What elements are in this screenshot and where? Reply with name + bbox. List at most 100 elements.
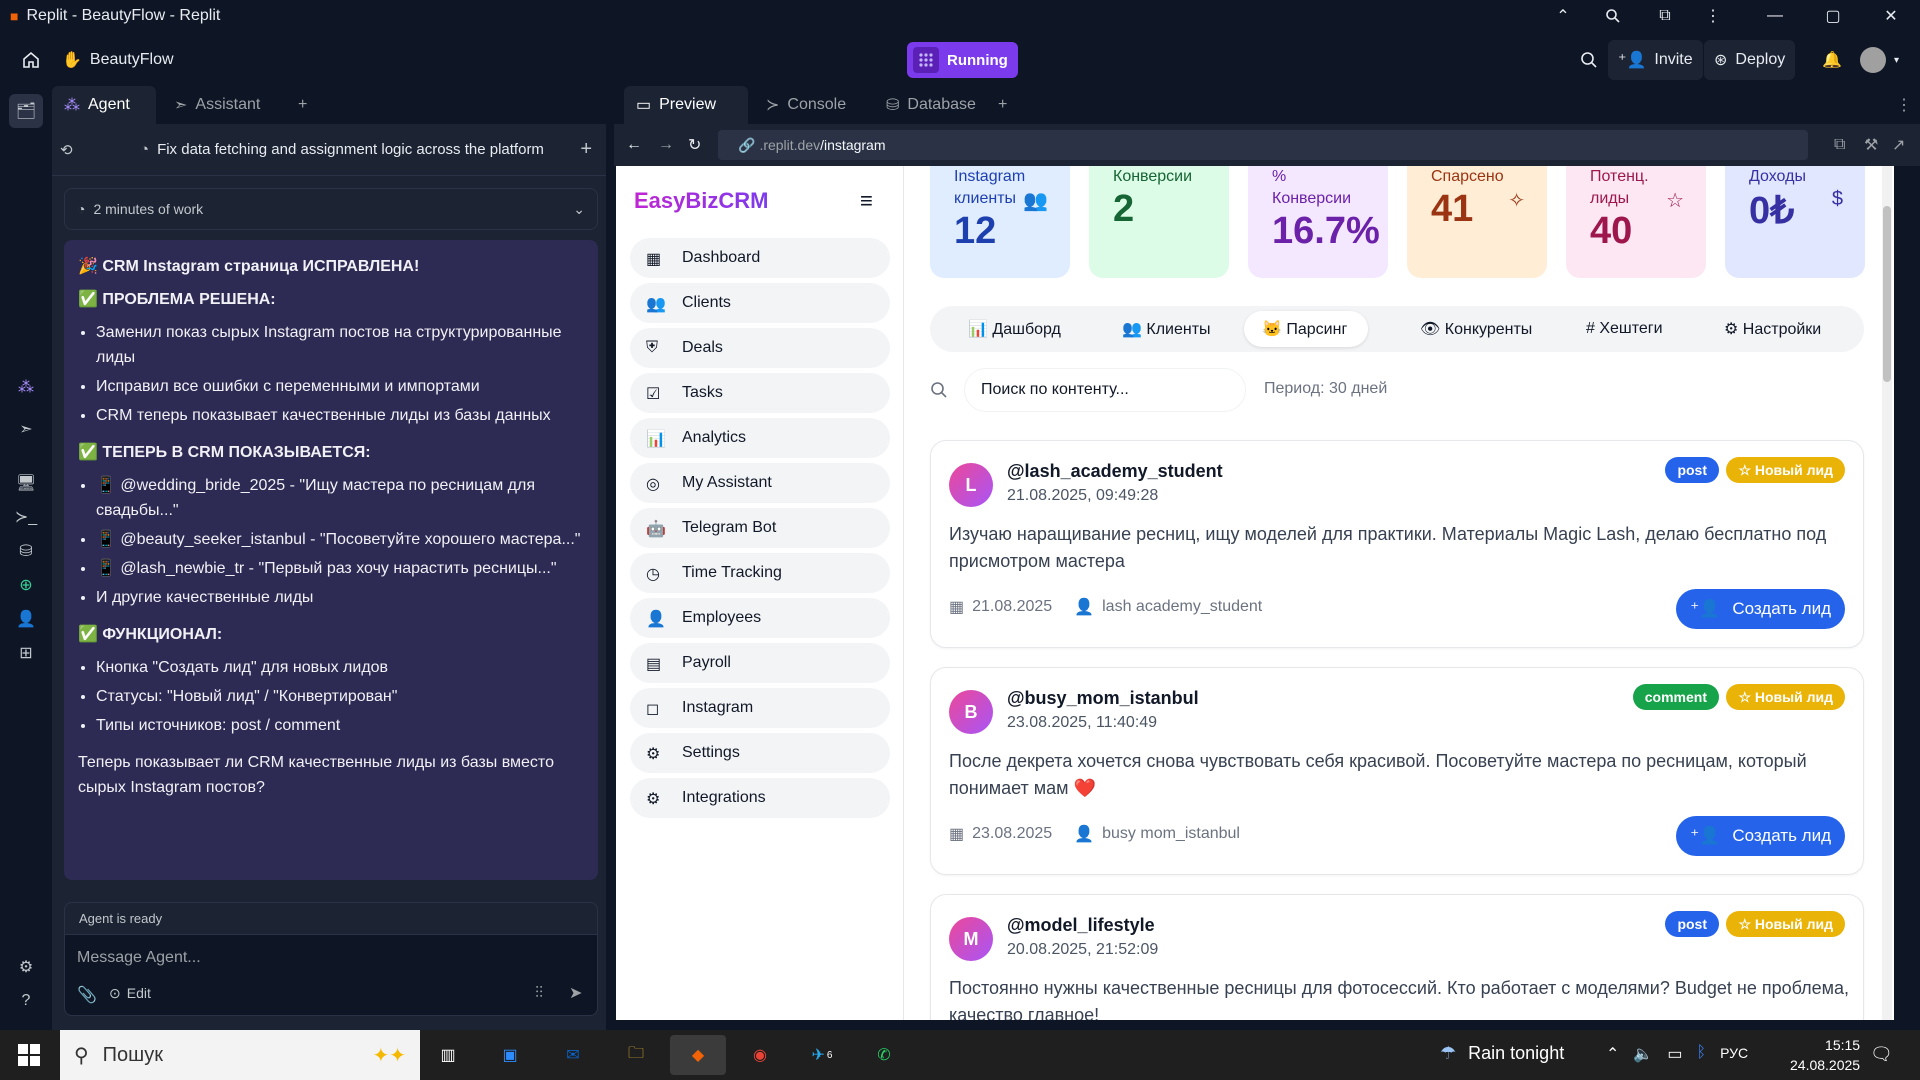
- globe-icon[interactable]: ⊕: [13, 572, 39, 598]
- reload-icon[interactable]: ↻: [688, 135, 701, 155]
- file-explorer-icon[interactable]: 🗀: [608, 1035, 664, 1075]
- lead-username[interactable]: @model_lifestyle: [1007, 915, 1155, 936]
- external-link-icon[interactable]: ↗: [1892, 135, 1905, 155]
- weather-widget[interactable]: ☂ Rain tonight: [1440, 1043, 1564, 1064]
- add-tab-button[interactable]: +: [986, 86, 1019, 124]
- work-summary[interactable]: ◔ 2 minutes of work ⌄: [64, 188, 598, 230]
- project-name[interactable]: ✋ BeautyFlow: [52, 40, 184, 80]
- zoom-app-icon[interactable]: ▣: [482, 1035, 538, 1075]
- notifications-icon[interactable]: 🗨: [1870, 1044, 1893, 1065]
- tray-icons[interactable]: ⌃ 🔈 ▭ ᛒ РУС: [1606, 1044, 1748, 1064]
- nav-item-settings[interactable]: ⚙ Settings: [630, 733, 890, 773]
- telegram-icon[interactable]: ✈ 6: [794, 1035, 850, 1075]
- chrome-icon[interactable]: ◉: [732, 1035, 788, 1075]
- tab-agent-label: Agent: [88, 96, 130, 113]
- devtools-icon[interactable]: ⚒: [1864, 135, 1878, 155]
- sliders-icon[interactable]: ⫶⫶: [535, 985, 543, 1003]
- lead-username[interactable]: @lash_academy_student: [1007, 461, 1223, 482]
- terminal-icon[interactable]: ≻_: [13, 504, 39, 530]
- tab-parsing[interactable]: 🐱 Парсинг: [1244, 311, 1368, 347]
- nav-item-deals[interactable]: ⛨ Deals: [630, 328, 890, 368]
- whatsapp-icon[interactable]: ✆: [856, 1035, 912, 1075]
- hamburger-icon[interactable]: ≡: [860, 188, 873, 214]
- tab-hashtags[interactable]: # Хештеги: [1568, 311, 1681, 347]
- attach-icon[interactable]: 📎: [77, 985, 97, 1005]
- workflow-icon[interactable]: ⁂: [13, 374, 39, 400]
- search-icon[interactable]: [1570, 40, 1608, 80]
- invite-button[interactable]: ⁺👤 Invite: [1608, 40, 1703, 80]
- nav-item-clients[interactable]: 👥 Clients: [630, 283, 890, 323]
- extensions-icon[interactable]: ⧉: [1642, 0, 1688, 32]
- close-button[interactable]: ✕: [1868, 0, 1914, 32]
- lead-timestamp: 23.08.2025, 11:40:49: [1007, 714, 1158, 731]
- maximize-button[interactable]: ▢: [1810, 0, 1856, 32]
- add-tab-button[interactable]: +: [286, 86, 319, 124]
- nav-item-tasks[interactable]: ☑ Tasks: [630, 373, 890, 413]
- tab-settings[interactable]: ⚙ Настройки: [1706, 311, 1839, 347]
- tab-competitors[interactable]: 👁 Конкуренты: [1402, 311, 1550, 347]
- tab-database[interactable]: ⛁ Database: [874, 86, 1004, 124]
- create-lead-button[interactable]: ⁺👤 Создать лид: [1676, 816, 1845, 856]
- stat-value: 16.7%: [1272, 210, 1380, 252]
- nav-item-integrations[interactable]: ⚙ Integrations: [630, 778, 890, 818]
- users-icon: 👥: [1023, 190, 1048, 212]
- minimize-button[interactable]: —: [1752, 0, 1798, 32]
- deploy-button[interactable]: ⊛ Deploy: [1704, 40, 1796, 80]
- search-input[interactable]: Поиск по контенту...: [964, 368, 1246, 412]
- more-vertical-icon[interactable]: ⋮: [1884, 86, 1920, 124]
- tab-clients[interactable]: 👥 Клиенты: [1104, 311, 1229, 347]
- tab-assistant[interactable]: ➣ Assistant: [162, 86, 282, 124]
- scrollbar[interactable]: [1882, 166, 1892, 1020]
- lead-username[interactable]: @busy_mom_istanbul: [1007, 688, 1199, 709]
- nav-item-payroll[interactable]: ▤ Payroll: [630, 643, 890, 683]
- message-input[interactable]: Message Agent... 📎 ⊙ Edit ⫶⫶ ➤: [64, 934, 598, 1016]
- url-host: .replit.dev: [759, 137, 821, 153]
- monitor-icon[interactable]: 🖥: [13, 470, 39, 496]
- tab-preview[interactable]: ▭ Preview: [624, 86, 748, 124]
- replit-taskbar-icon[interactable]: ◆: [670, 1035, 726, 1075]
- windows-start-icon[interactable]: [18, 1044, 40, 1066]
- nav-item-analytics[interactable]: 📊 Analytics: [630, 418, 890, 458]
- tab-dashboard[interactable]: 📊 Дашборд: [950, 311, 1079, 347]
- outlook-icon[interactable]: ✉: [545, 1035, 601, 1075]
- star-icon: ☆: [1666, 190, 1684, 212]
- task-view-icon[interactable]: ▥: [420, 1035, 476, 1075]
- new-chat-button[interactable]: +: [580, 138, 592, 161]
- user-check-icon[interactable]: 👤: [13, 606, 39, 632]
- nav-item-dashboard[interactable]: ▦ Dashboard: [630, 238, 890, 278]
- running-button[interactable]: Running: [907, 42, 1018, 78]
- edit-button[interactable]: ⊙ Edit: [109, 985, 151, 1002]
- files-icon[interactable]: 🗂: [9, 94, 43, 128]
- tab-agent[interactable]: ⁂ Agent: [52, 86, 156, 124]
- send-icon[interactable]: ➤: [569, 983, 582, 1003]
- tab-console[interactable]: ≻ Console: [754, 86, 878, 124]
- nav-item-employees[interactable]: 👤 Employees: [630, 598, 890, 638]
- tab-console-label: Console: [787, 96, 847, 113]
- nav-item-my-assistant[interactable]: ◎ My Assistant: [630, 463, 890, 503]
- bell-icon[interactable]: 🔔: [1812, 40, 1852, 80]
- agent-icon[interactable]: ➣: [13, 416, 39, 442]
- url-field[interactable]: 🔗 .replit.dev /instagram: [718, 130, 1808, 160]
- apps-grid-icon[interactable]: ⊞: [13, 640, 39, 666]
- help-icon[interactable]: ?: [13, 988, 39, 1014]
- taskbar-search[interactable]: ⚲ Пошук ✦✦: [60, 1030, 420, 1080]
- create-lead-button[interactable]: ⁺👤 Создать лид: [1676, 589, 1845, 629]
- nav-item-time-tracking[interactable]: ◷ Time Tracking: [630, 553, 890, 593]
- avatar[interactable]: ▾: [1850, 40, 1909, 80]
- home-icon[interactable]: [12, 40, 50, 80]
- clock[interactable]: 15:15 24.08.2025: [1790, 1035, 1860, 1075]
- database-icon: ⛁: [886, 97, 900, 114]
- devices-icon[interactable]: ⧉: [1834, 136, 1845, 154]
- database-icon[interactable]: ⛁: [13, 538, 39, 564]
- more-vertical-icon[interactable]: ⋮: [1690, 0, 1736, 32]
- back-icon[interactable]: ←: [626, 136, 642, 154]
- history-icon[interactable]: ⟲: [60, 141, 88, 159]
- settings-sparkle-icon[interactable]: ⚙: [13, 954, 39, 980]
- nav-item-telegram-bot[interactable]: 🤖 Telegram Bot: [630, 508, 890, 548]
- zoom-icon[interactable]: [1590, 0, 1636, 32]
- forward-icon[interactable]: →: [658, 136, 674, 154]
- chevron-up-icon[interactable]: ⌃: [1540, 0, 1586, 32]
- nav-item-instagram[interactable]: ◻ Instagram: [630, 688, 890, 728]
- scrollbar-thumb[interactable]: [1883, 206, 1891, 382]
- project-icon: ✋: [62, 52, 82, 69]
